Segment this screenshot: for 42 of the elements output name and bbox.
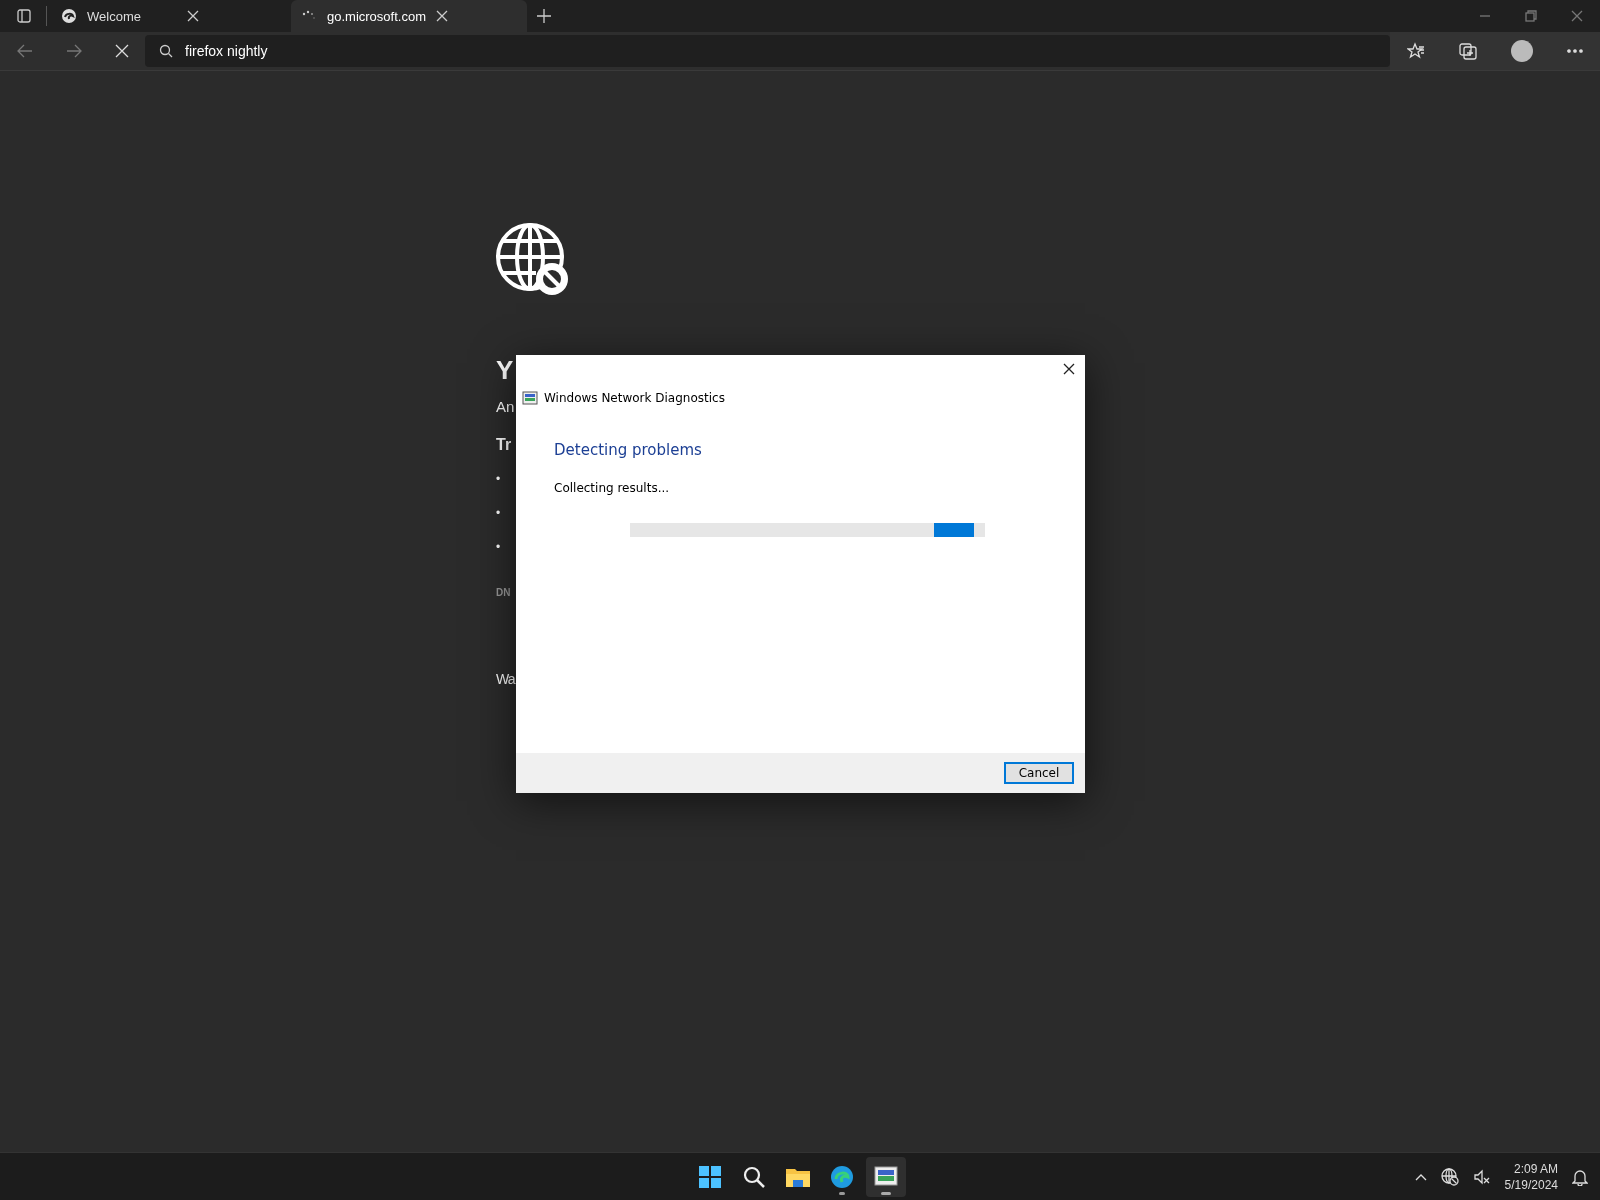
favorites-icon[interactable]: [1407, 42, 1425, 60]
restore-icon[interactable]: [1525, 10, 1537, 22]
dialog-heading: Detecting problems: [554, 441, 703, 459]
close-tab-icon[interactable]: [187, 10, 199, 22]
error-heading: Y: [496, 355, 514, 385]
error-text: Wa: [496, 670, 515, 689]
sidebar-icon[interactable]: [17, 9, 31, 23]
address-bar[interactable]: firefox nightly: [145, 35, 1390, 67]
speaker-muted-icon[interactable]: [1472, 1168, 1491, 1185]
swirl-icon: [61, 8, 77, 24]
start-icon[interactable]: [698, 1164, 722, 1189]
more-icon[interactable]: [1567, 49, 1583, 53]
close-tab-icon[interactable]: [436, 10, 448, 22]
forward-icon: [65, 44, 82, 58]
cancel-button[interactable]: Cancel: [1004, 762, 1074, 784]
close-icon[interactable]: [1063, 363, 1075, 375]
search-icon: [159, 44, 173, 58]
bullet: •: [496, 471, 501, 488]
bullet: •: [496, 539, 501, 556]
error-code: DN: [496, 586, 511, 600]
browser-tab[interactable]: go.microsoft.com: [291, 0, 527, 32]
swirl-icon[interactable]: [830, 1164, 854, 1189]
globe-blocked-icon[interactable]: [1440, 1167, 1459, 1186]
error-subheading: Tr: [496, 435, 512, 455]
notification-bell-icon[interactable]: [1572, 1167, 1588, 1186]
address-text: firefox nightly: [185, 43, 268, 59]
back-icon: [16, 44, 33, 58]
bullet: •: [496, 505, 501, 522]
network-diagnostics-icon[interactable]: [874, 1165, 898, 1188]
error-text: An: [496, 397, 515, 417]
status-text: Collecting results...: [554, 481, 671, 495]
search-icon[interactable]: [742, 1164, 766, 1189]
chevron-up-icon[interactable]: [1414, 1172, 1427, 1181]
stop-icon[interactable]: [114, 44, 129, 58]
clock[interactable]: 2:09 AM 5/19/2024: [1504, 1160, 1558, 1193]
profile-avatar[interactable]: [1511, 40, 1533, 62]
collections-icon[interactable]: [1459, 42, 1477, 60]
browser-tab[interactable]: Welcome: [51, 0, 287, 32]
dialog-title: Windows Network Diagnostics: [544, 391, 725, 405]
new-tab-icon[interactable]: [537, 9, 551, 23]
globe-blocked-icon: [496, 223, 568, 295]
network-diagnostics-icon: [522, 391, 538, 405]
